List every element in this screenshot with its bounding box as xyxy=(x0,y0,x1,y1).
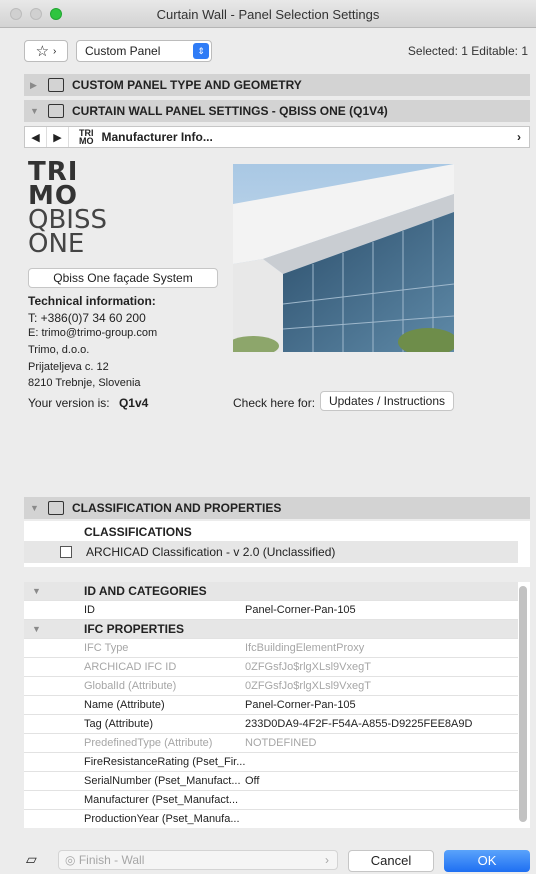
table-row[interactable]: IFC Type IfcBuildingElementProxy xyxy=(24,639,518,658)
finish-surface-select: ◎ Finish - Wall › xyxy=(58,850,338,870)
property-name: Tag (Attribute) xyxy=(84,718,154,730)
property-name: PredefinedType (Attribute) xyxy=(84,737,213,749)
table-row[interactable]: FireResistanceRating (Pset_Fir... xyxy=(24,753,518,772)
phone-text: T: +386(0)7 34 60 200 xyxy=(28,311,146,325)
updates-instructions-button[interactable]: Updates / Instructions xyxy=(320,391,454,411)
document-icon xyxy=(48,501,64,515)
section-classification[interactable]: ▼ CLASSIFICATION AND PROPERTIES xyxy=(24,497,530,519)
version-info: Your version is: Q1v4 xyxy=(28,396,148,410)
star-icon: ☆ xyxy=(35,43,50,60)
version-label: Your version is: xyxy=(28,396,110,410)
page-navigator: ◀ ▶ TRI MO Manufacturer Info... › xyxy=(24,126,530,148)
section-panel-settings-label: CURTAIN WALL PANEL SETTINGS - QBISS ONE … xyxy=(72,104,388,118)
property-name: ProductionYear (Pset_Manufa... xyxy=(84,813,240,825)
table-row[interactable]: SerialNumber (Pset_Manufact... Off xyxy=(24,772,518,791)
panel-settings-icon xyxy=(48,104,64,118)
table-row[interactable]: PredefinedType (Attribute) NOTDEFINED xyxy=(24,734,518,753)
expanded-triangle-icon: ▼ xyxy=(32,586,41,596)
building-photo xyxy=(233,164,454,352)
group-ifc-properties[interactable]: ▼ IFC PROPERTIES xyxy=(24,620,518,639)
trimo-logo-icon: TRI MO xyxy=(79,128,94,146)
title-bar: Curtain Wall - Panel Selection Settings xyxy=(0,0,536,28)
street-text: Prijateljeva c. 12 xyxy=(28,361,109,373)
logo-line-4: ONE xyxy=(28,229,85,259)
panel-type-value: Custom Panel xyxy=(85,44,161,58)
property-value[interactable]: Panel-Corner-Pan-105 xyxy=(245,601,356,619)
facade-system-button[interactable]: Qbiss One façade System xyxy=(28,268,218,288)
dialog-window: Curtain Wall - Panel Selection Settings … xyxy=(0,0,536,874)
property-name: Name (Attribute) xyxy=(84,699,165,711)
group-label: ID AND CATEGORIES xyxy=(84,584,207,598)
expanded-triangle-icon: ▼ xyxy=(32,624,41,634)
table-row[interactable]: GlobalId (Attribute) 0ZFGsfJo$rlgXLsl9Vx… xyxy=(24,677,518,696)
expanded-triangle-icon: ▼ xyxy=(30,106,39,116)
classification-row[interactable]: ARCHICAD Classification - v 2.0 (Unclass… xyxy=(24,541,518,563)
version-value: Q1v4 xyxy=(118,396,149,410)
property-name: SerialNumber (Pset_Manufact... xyxy=(84,775,241,787)
property-value: 0ZFGsfJo$rlgXLsl9VxegT xyxy=(245,661,371,673)
trimo-qbiss-logo: TRI MO QBISS ONE xyxy=(28,159,107,259)
property-name: ARCHICAD IFC ID xyxy=(84,661,177,673)
table-row[interactable]: Tag (Attribute) 233D0DA9-4F2F-F54A-A855-… xyxy=(24,715,518,734)
eye-icon: ◎ xyxy=(65,853,76,867)
table-row[interactable]: ARCHICAD IFC ID 0ZFGsfJo$rlgXLsl9VxegT xyxy=(24,658,518,677)
selection-info: Selected: 1 Editable: 1 xyxy=(407,44,528,58)
chevron-right-icon: › xyxy=(325,853,329,867)
table-row[interactable]: ID Panel-Corner-Pan-105 xyxy=(24,601,518,620)
property-value: 0ZFGsfJo$rlgXLsl9VxegT xyxy=(245,680,371,692)
property-name: ID xyxy=(84,604,95,616)
table-row[interactable]: ProductionYear (Pset_Manufa... xyxy=(24,810,518,828)
classifications-header: CLASSIFICATIONS xyxy=(84,525,192,539)
property-value[interactable]: Panel-Corner-Pan-105 xyxy=(245,696,356,714)
property-value[interactable]: Off xyxy=(245,772,259,790)
section-type-geometry-label: CUSTOM PANEL TYPE AND GEOMETRY xyxy=(72,78,302,92)
page-title[interactable]: Manufacturer Info... xyxy=(102,130,213,144)
property-name: GlobalId (Attribute) xyxy=(84,680,177,692)
properties-table: ▼ ID AND CATEGORIES ID Panel-Corner-Pan-… xyxy=(24,582,530,828)
ok-button[interactable]: OK xyxy=(444,850,530,872)
cancel-button[interactable]: Cancel xyxy=(348,850,434,872)
previous-page-button[interactable]: ◀ xyxy=(25,127,47,147)
classifications-panel: CLASSIFICATIONS ARCHICAD Classification … xyxy=(24,521,530,567)
property-name: Manufacturer (Pset_Manufact... xyxy=(84,794,239,806)
window-title: Curtain Wall - Panel Selection Settings xyxy=(156,7,380,22)
group-id-categories[interactable]: ▼ ID AND CATEGORIES xyxy=(24,582,518,601)
favorites-button[interactable]: ☆ › xyxy=(24,40,68,62)
property-value[interactable]: 233D0DA9-4F2F-F54A-A855-D9225FEE8A9D xyxy=(245,715,472,733)
expanded-triangle-icon: ▼ xyxy=(30,503,39,513)
section-type-geometry[interactable]: ▶ CUSTOM PANEL TYPE AND GEOMETRY xyxy=(24,74,530,96)
section-panel-settings[interactable]: ▼ CURTAIN WALL PANEL SETTINGS - QBISS ON… xyxy=(24,100,530,122)
email-text: E: trimo@trimo-group.com xyxy=(28,327,158,339)
classification-label: ARCHICAD Classification - v 2.0 (Unclass… xyxy=(86,545,336,559)
check-label: Check here for: xyxy=(233,396,316,410)
group-label: IFC PROPERTIES xyxy=(84,622,185,636)
table-row[interactable]: Manufacturer (Pset_Manufact... xyxy=(24,791,518,810)
city-text: 8210 Trebnje, Slovenia xyxy=(28,377,141,389)
classification-checkbox[interactable] xyxy=(60,546,72,558)
property-value: IfcBuildingElementProxy xyxy=(245,642,365,654)
finish-value: Finish - Wall xyxy=(78,853,145,867)
surface-finish-icon: ▱ xyxy=(26,851,37,867)
panel-geometry-icon xyxy=(48,78,64,92)
property-name: IFC Type xyxy=(84,642,129,654)
property-value: NOTDEFINED xyxy=(245,737,317,749)
tech-info-header: Technical information: xyxy=(28,294,156,308)
select-arrows-icon: ⇕ xyxy=(193,43,209,59)
chevron-right-icon[interactable]: › xyxy=(517,130,521,144)
section-classification-label: CLASSIFICATION AND PROPERTIES xyxy=(72,501,282,515)
collapsed-triangle-icon: ▶ xyxy=(30,79,37,90)
next-page-button[interactable]: ▶ xyxy=(47,127,69,147)
property-name: FireResistanceRating (Pset_Fir... xyxy=(84,756,246,768)
chevron-right-icon: › xyxy=(53,45,57,57)
panel-type-select[interactable]: Custom Panel ⇕ xyxy=(76,40,212,62)
properties-scrollbar[interactable] xyxy=(519,586,527,822)
table-row[interactable]: Name (Attribute) Panel-Corner-Pan-105 xyxy=(24,696,518,715)
company-text: Trimo, d.o.o. xyxy=(28,344,90,356)
